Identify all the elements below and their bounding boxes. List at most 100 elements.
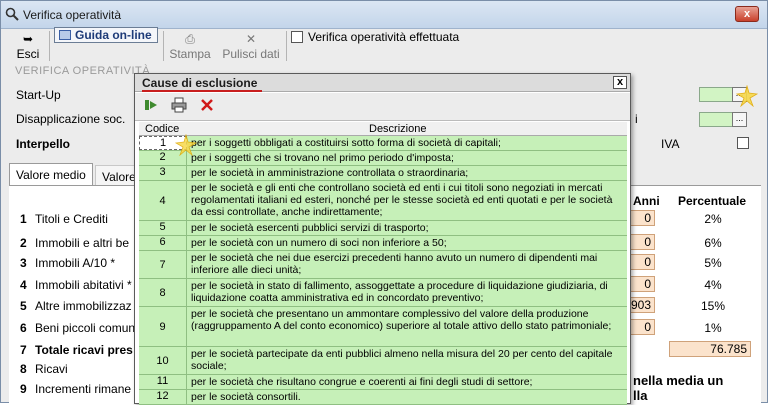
startup-label: Start-Up	[16, 88, 61, 102]
grid-row[interactable]: 9 per le società che presentano un ammont…	[139, 307, 627, 347]
interpello-label: Interpello	[16, 137, 71, 151]
grid-row[interactable]: 3 per le società in amministrazione contr…	[139, 166, 627, 181]
eraser-icon: ✕	[245, 32, 257, 46]
window-title: Verifica operatività	[23, 8, 122, 22]
grid-row[interactable]: 2 per i soggetti che si trovano nel primo…	[139, 151, 627, 166]
startup-field[interactable]	[699, 87, 735, 102]
col-anni-header: Anni	[633, 194, 660, 208]
codice-cell: 4	[139, 181, 187, 220]
row-number: 6	[20, 321, 27, 335]
disapplicazione-field[interactable]	[699, 112, 735, 127]
stampa-label: Stampa	[169, 47, 211, 61]
descrizione-cell: per i soggetti che si trovano nel primo …	[191, 152, 454, 164]
row-number: 4	[20, 278, 27, 292]
row-number: 2	[20, 236, 27, 250]
descrizione-cell: per le società che nei due esercizi prec…	[191, 252, 598, 276]
pulisci-label: Pulisci dati	[222, 47, 280, 61]
codice-cell: 5	[139, 221, 187, 235]
toolbar-divider	[286, 31, 287, 61]
percentuale-value: 4%	[704, 278, 722, 292]
grid-row[interactable]: 11 per le società che risultano congrue e…	[139, 375, 627, 390]
percentuale-value: 15%	[700, 299, 726, 313]
printer-icon	[171, 97, 187, 113]
verifica-effettuata-label: Verifica operatività effettuata	[308, 30, 460, 44]
esci-label: Esci	[16, 47, 40, 61]
main-window: Verifica operatività x ➥ Esci Guida on-l…	[0, 0, 768, 405]
totale-ricavi-field[interactable]: 76.785	[669, 341, 751, 357]
grid-row[interactable]: 7 per le società che nei due esercizi pre…	[139, 251, 627, 279]
note-text: nella media un	[633, 373, 724, 388]
grid-row[interactable]: 8 per le società in stato di fallimento, …	[139, 279, 627, 307]
note-text-2: lla	[633, 388, 648, 403]
guida-label: Guida on-line	[75, 28, 152, 42]
anni-field[interactable]: 903	[627, 297, 655, 313]
descrizione-cell: per le società consortili.	[191, 391, 301, 403]
red-x-icon	[201, 99, 213, 111]
grid-row[interactable]: 5 per le società esercenti pubblici servi…	[139, 221, 627, 236]
title-bar: Verifica operatività x	[1, 1, 767, 29]
printer-icon: ⎙	[185, 32, 195, 46]
codice-cell: 11	[139, 375, 187, 389]
codice-cell: 9	[139, 307, 187, 346]
row-label: Incrementi rimane	[35, 382, 132, 396]
pulisci-dati-button[interactable]: ✕ Pulisci dati	[219, 31, 283, 61]
stampa-button[interactable]: ⎙ Stampa	[167, 31, 213, 61]
click-highlight-icon	[736, 85, 758, 107]
help-book-icon	[59, 30, 71, 40]
click-highlight-icon	[175, 134, 197, 156]
descrizione-cell: per le società che presentano un ammonta…	[191, 308, 612, 332]
grid-row[interactable]: 4 per le società e gli enti che controlla…	[139, 181, 627, 221]
grid-row[interactable]: 10 per le società partecipate da enti pub…	[139, 347, 627, 375]
codice-cell: 12	[139, 390, 187, 404]
anni-field[interactable]: 0	[627, 210, 655, 226]
disapplicazione-suffix: i	[635, 112, 638, 126]
dialog-title: Cause di esclusione	[142, 76, 258, 90]
row-label: Immobili abitativi *	[35, 278, 132, 292]
codice-cell: 10	[139, 347, 187, 374]
row-label: Ricavi	[35, 362, 68, 376]
codice-cell: 6	[139, 236, 187, 250]
row-label: Totale ricavi pres	[35, 343, 133, 357]
percentuale-value: 1%	[704, 321, 722, 335]
anni-field[interactable]: 0	[627, 319, 655, 335]
toolbar-divider	[163, 31, 164, 61]
row-label: Beni piccoli comuni	[35, 321, 138, 335]
anni-field[interactable]: 0	[627, 234, 655, 250]
percentuale-value: 5%	[704, 256, 722, 270]
group-title: VERIFICA OPERATIVITÀ	[15, 65, 151, 77]
iva-checkbox[interactable]	[737, 137, 749, 149]
print-button[interactable]	[169, 97, 189, 117]
anni-field[interactable]: 0	[627, 276, 655, 292]
grid-row[interactable]: 6 per le società con un numero di soci no…	[139, 236, 627, 251]
magnifier-icon	[5, 7, 19, 21]
title-underline	[142, 90, 262, 92]
col-percentuale-header: Percentuale	[678, 194, 747, 208]
verifica-effettuata-checkbox[interactable]	[291, 31, 303, 43]
row-number: 1	[20, 212, 27, 226]
disapplicazione-label: Disapplicazione soc.	[16, 112, 126, 126]
select-arrow-button[interactable]	[141, 97, 161, 117]
iva-label: IVA	[661, 137, 680, 151]
anni-field[interactable]: 0	[627, 254, 655, 270]
toolbar-divider	[49, 31, 50, 61]
row-number: 9	[20, 382, 27, 396]
arrow-select-icon	[145, 100, 157, 110]
tab-valore-medio[interactable]: Valore medio	[9, 163, 93, 185]
esci-button[interactable]: ➥ Esci	[13, 31, 43, 61]
delete-button[interactable]	[197, 97, 217, 117]
guida-online-button[interactable]: Guida on-line	[54, 27, 158, 43]
window-close-button[interactable]: x	[735, 6, 759, 22]
descrizione-cell: per le società che risultano congrue e c…	[191, 376, 533, 388]
descrizione-cell: per le società esercenti pubblici serviz…	[191, 222, 429, 234]
row-number: 8	[20, 362, 27, 376]
descrizione-cell: per le società in amministrazione contro…	[191, 167, 469, 179]
grid-row[interactable]: 1 per i soggetti obbligati a costituirsi …	[139, 136, 627, 151]
descrizione-cell: per le società e gli enti che controllan…	[191, 182, 613, 218]
row-label: Immobili e altri be	[35, 236, 130, 250]
dialog-close-button[interactable]: x	[613, 76, 627, 89]
disapplicazione-lookup-button[interactable]: ...	[732, 112, 747, 127]
codice-cell: 3	[139, 166, 187, 180]
percentuale-value: 2%	[704, 212, 722, 226]
dialog-toolbar	[135, 93, 630, 121]
row-number: 3	[20, 256, 27, 270]
